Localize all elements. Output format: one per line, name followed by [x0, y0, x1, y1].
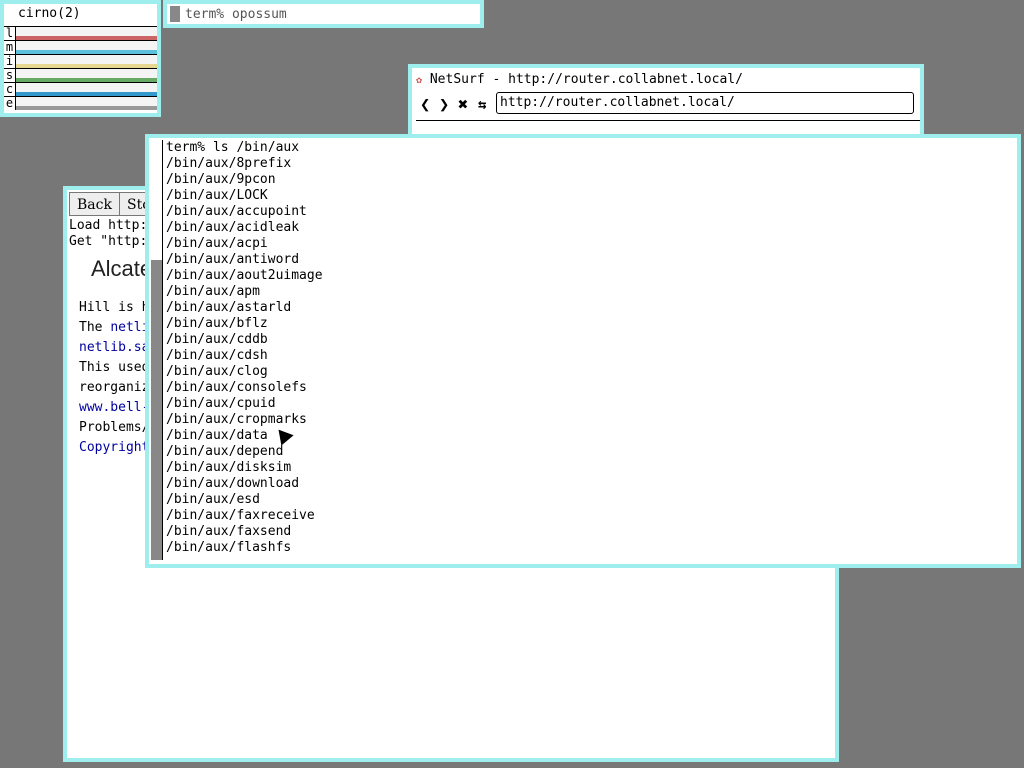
stat-label: m [4, 41, 16, 54]
terminal-output-line: /bin/aux/cropmarks [166, 412, 307, 427]
stop-icon[interactable]: ✖ [458, 96, 468, 114]
terminal-output-line: /bin/aux/LOCK [166, 188, 268, 203]
terminal-output-line: /bin/aux/clog [166, 364, 268, 379]
load-status-line: Load http: [69, 218, 148, 233]
terminal-output-line: /bin/aux/9pcon [166, 172, 276, 187]
terminal-output-line: /bin/aux/disksim [166, 460, 292, 475]
mini-terminal-window[interactable]: term% opossum [163, 0, 484, 28]
terminal-scrollbar-thumb[interactable] [151, 260, 162, 560]
reorganiz-text: reorganiz [79, 380, 150, 395]
hill-text: Hill is h [79, 300, 150, 315]
stat-graph [16, 41, 157, 54]
terminal-prompt-line: term% ls /bin/aux [166, 140, 300, 155]
back-arrow-icon[interactable]: ❮ [420, 96, 430, 114]
terminal-output-line: /bin/aux/faxsend [166, 524, 292, 539]
alcatel-logo: Alcate [91, 256, 153, 281]
terminal-output[interactable]: term% ls /bin/aux/bin/aux/8prefix/bin/au… [166, 140, 323, 556]
terminal-output-line: /bin/aux/depend [166, 444, 284, 459]
terminal-output-line: /bin/aux/esd [166, 492, 260, 507]
terminal-output-line: /bin/aux/data [166, 428, 268, 443]
stat-label: c [4, 83, 16, 96]
netsurf-divider [416, 120, 920, 121]
terminal-output-line: /bin/aux/download [166, 476, 300, 491]
terminal-output-line: /bin/aux/cddb [166, 332, 268, 347]
back-button[interactable]: Back [69, 192, 120, 216]
terminal-window[interactable]: term% ls /bin/aux/bin/aux/8prefix/bin/au… [145, 134, 1021, 568]
bell-labs-link[interactable]: www.bell- [79, 400, 149, 415]
terminal-output-line: /bin/aux/astarld [166, 300, 292, 315]
netsurf-logo-icon: ✿ [416, 75, 423, 86]
terminal-output-line: /bin/aux/antiword [166, 252, 300, 267]
copyright-link[interactable]: Copyright [79, 440, 149, 455]
mini-terminal-text: term% opossum [185, 7, 287, 22]
terminal-output-line: /bin/aux/acidleak [166, 220, 300, 235]
stat-label: i [4, 55, 16, 68]
stat-label: l [4, 27, 16, 40]
stat-graph [16, 69, 157, 82]
the-text: The [79, 320, 111, 335]
terminal-output-line: /bin/aux/accupoint [166, 204, 307, 219]
stat-row-i: i [4, 54, 157, 68]
this-used-text: This used [79, 360, 150, 375]
terminal-scrollbar[interactable] [151, 140, 163, 560]
terminal-output-line: /bin/aux/flashfs [166, 540, 292, 555]
terminal-output-line: /bin/aux/consolefs [166, 380, 307, 395]
terminal-output-line: /bin/aux/8prefix [166, 156, 292, 171]
terminal-output-line: /bin/aux/bflz [166, 316, 268, 331]
stat-row-c: c [4, 82, 157, 96]
stat-row-l: l [4, 26, 157, 40]
stat-graph [16, 27, 157, 40]
stat-row-s: s [4, 68, 157, 82]
netsurf-url-field[interactable]: http://router.collabnet.local/ [496, 92, 914, 114]
stat-row-e: e [4, 96, 157, 110]
stat-label: e [4, 97, 16, 110]
stat-label: s [4, 69, 16, 82]
terminal-output-line: /bin/aux/acpi [166, 236, 268, 251]
stat-row-m: m [4, 40, 157, 54]
forward-arrow-icon[interactable]: ❯ [439, 96, 449, 114]
netsurf-window[interactable]: ✿ NetSurf - http://router.collabnet.loca… [408, 64, 924, 144]
problems-text: Problems/ [79, 420, 150, 435]
stats-title: cirno(2) [18, 6, 81, 21]
terminal-output-line: /bin/aux/aout2uimage [166, 268, 323, 283]
the-line: The netli [79, 320, 149, 335]
netlib-sa-link[interactable]: netlib.sa [79, 340, 149, 355]
reload-icon[interactable]: ⇆ [478, 96, 486, 114]
terminal-output-line: /bin/aux/faxreceive [166, 508, 315, 523]
netsurf-title: NetSurf - http://router.collabnet.local/ [429, 72, 743, 87]
netlib-link[interactable]: netli [110, 320, 149, 335]
stat-graph [16, 55, 157, 68]
stat-graph [16, 97, 157, 110]
terminal-output-line: /bin/aux/cdsh [166, 348, 268, 363]
netsurf-titlebar: ✿ NetSurf - http://router.collabnet.loca… [416, 72, 743, 87]
mini-terminal-scrollbar[interactable] [170, 6, 180, 22]
terminal-output-line: /bin/aux/apm [166, 284, 260, 299]
terminal-output-line: /bin/aux/cpuid [166, 396, 276, 411]
stat-graph [16, 83, 157, 96]
get-status-line: Get "http: [69, 234, 148, 249]
stats-window[interactable]: cirno(2) lmisce [0, 0, 161, 117]
